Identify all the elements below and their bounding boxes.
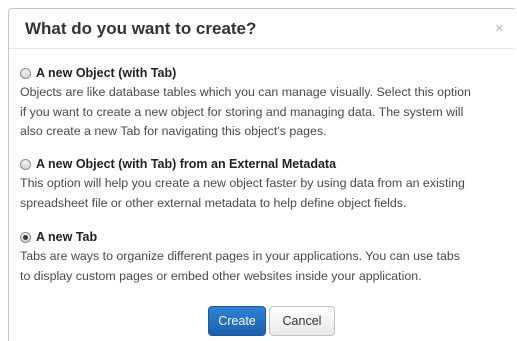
option-label[interactable]: A new Object (with Tab) from an External… <box>36 157 336 171</box>
radio-new-tab[interactable] <box>20 231 31 243</box>
radio-new-object-external-metadata[interactable] <box>20 158 31 170</box>
option-description: Tabs are ways to organize different page… <box>20 247 512 286</box>
create-button[interactable]: Create <box>208 306 266 336</box>
description-line: spreadsheet file or other external metad… <box>20 195 407 210</box>
option-label[interactable]: A new Tab <box>36 230 97 244</box>
radio-new-object[interactable] <box>20 67 31 79</box>
create-dialog: What do you want to create? × A new Obje… <box>8 8 515 341</box>
option-header[interactable]: A new Object (with Tab) from an External… <box>20 156 512 172</box>
dialog-title: What do you want to create? <box>25 19 257 38</box>
description-line: Objects are like database tables which y… <box>20 85 471 99</box>
option-label[interactable]: A new Object (with Tab) <box>36 66 176 80</box>
description-line: also create a new Tab for navigating thi… <box>20 124 327 138</box>
dialog-header: What do you want to create? × <box>9 9 515 49</box>
description-line: if you want to create a new object for s… <box>20 104 464 119</box>
description-line: to display custom pages or embed other w… <box>20 268 422 283</box>
option-new-object-external-metadata[interactable]: A new Object (with Tab) from an External… <box>20 156 512 213</box>
close-icon[interactable]: × <box>495 21 504 36</box>
cancel-button[interactable]: Cancel <box>269 306 335 336</box>
option-description: Objects are like database tables which y… <box>20 83 512 142</box>
option-header[interactable]: A new Object (with Tab) <box>20 65 512 81</box>
option-new-tab[interactable]: A new Tab Tabs are ways to organize diff… <box>20 229 512 286</box>
description-line: This option will help you create a new o… <box>20 176 465 190</box>
option-header[interactable]: A new Tab <box>20 229 512 245</box>
option-description: This option will help you create a new o… <box>20 174 512 213</box>
option-new-object[interactable]: A new Object (with Tab) Objects are like… <box>20 65 512 142</box>
description-line: Tabs are ways to organize different page… <box>20 249 460 263</box>
